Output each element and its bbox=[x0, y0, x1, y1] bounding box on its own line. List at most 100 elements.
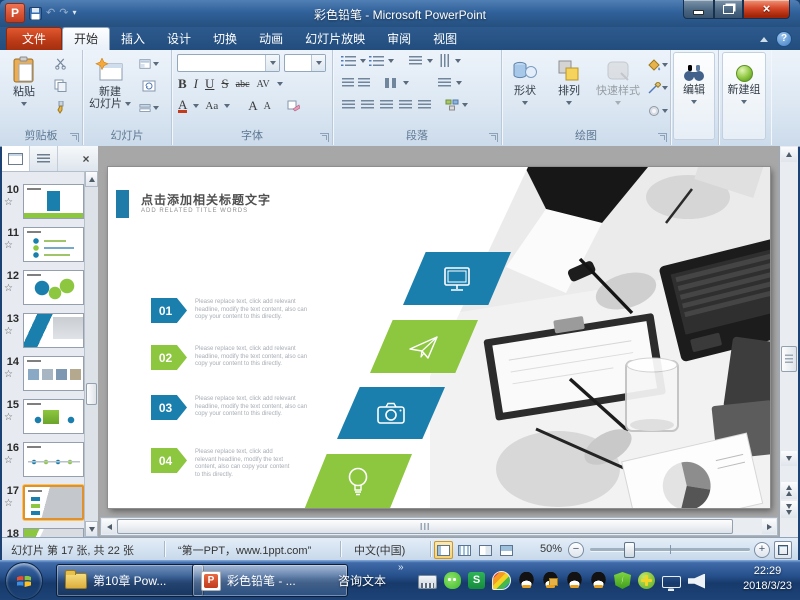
shapes-button[interactable]: 形状 bbox=[504, 52, 546, 124]
language-status[interactable]: 中文(中国) bbox=[354, 542, 405, 558]
text-direction-icon[interactable] bbox=[438, 53, 450, 69]
shape-fill-button[interactable] bbox=[648, 56, 668, 73]
slide-thumbnail-14[interactable]: 14 ☆ bbox=[2, 356, 84, 396]
change-case-button[interactable]: Aa bbox=[205, 100, 218, 112]
distribute-icon[interactable] bbox=[417, 99, 433, 111]
taskbar-button-powerpoint[interactable]: P 彩色铅笔 - ... bbox=[192, 564, 348, 597]
taskbar-clock[interactable]: 22:29 2018/3/23 bbox=[743, 564, 792, 594]
smartart-convert-icon[interactable] bbox=[445, 99, 459, 111]
zoom-slider[interactable] bbox=[590, 548, 750, 551]
undo-button[interactable]: ↶ bbox=[46, 4, 55, 22]
zoom-level[interactable]: 50% bbox=[540, 543, 562, 555]
tab-file[interactable]: 文件 bbox=[6, 27, 62, 50]
copy-button[interactable] bbox=[50, 77, 70, 94]
sogou-icon[interactable]: S bbox=[468, 572, 485, 589]
strikethrough2-button[interactable]: abc bbox=[236, 79, 250, 90]
columns-icon[interactable] bbox=[384, 77, 400, 89]
numbering-icon[interactable] bbox=[369, 55, 385, 67]
paste-button[interactable]: 粘贴 bbox=[2, 52, 46, 124]
font-color-button[interactable]: A bbox=[178, 99, 187, 113]
fit-to-window-button[interactable] bbox=[774, 541, 792, 559]
scrollbar-thumb[interactable] bbox=[117, 519, 733, 534]
clear-formatting-icon[interactable] bbox=[287, 100, 300, 112]
powerpoint-logo-icon[interactable]: P bbox=[5, 3, 25, 23]
align-right-icon[interactable] bbox=[379, 99, 395, 111]
speaker-icon[interactable] bbox=[688, 574, 705, 589]
tab-view[interactable]: 视图 bbox=[422, 28, 468, 50]
slide-17[interactable]: 点击添加相关标题文字 ADD RELATED TITLE WORDS bbox=[108, 167, 770, 508]
start-button[interactable] bbox=[5, 562, 43, 600]
ime-status[interactable]: 咨询文本 bbox=[338, 572, 386, 589]
keyboard-icon[interactable] bbox=[418, 575, 437, 589]
slide-sorter-view-button[interactable] bbox=[455, 541, 474, 559]
slide-thumbnail-16[interactable]: 16 ☆ bbox=[2, 442, 84, 482]
section-button[interactable] bbox=[139, 99, 159, 116]
new-group-button[interactable]: 新建组 bbox=[722, 52, 766, 140]
slide-subtitle[interactable]: ADD RELATED TITLE WORDS bbox=[141, 208, 248, 214]
horizontal-scrollbar[interactable] bbox=[100, 517, 778, 536]
slide-thumbnail-11[interactable]: 11 ☆ bbox=[2, 227, 84, 267]
cut-button[interactable] bbox=[50, 55, 70, 72]
clipboard-dialog-launcher[interactable] bbox=[70, 133, 79, 142]
qq-icon[interactable] bbox=[518, 572, 535, 589]
tab-slideshow[interactable]: 幻灯片放映 bbox=[294, 28, 376, 50]
scroll-left-button[interactable] bbox=[102, 519, 116, 534]
collapse-ribbon-icon[interactable] bbox=[760, 37, 768, 42]
antivirus-shield-icon[interactable] bbox=[614, 572, 631, 589]
shape-effects-button[interactable] bbox=[648, 102, 668, 119]
rainbow-icon[interactable] bbox=[492, 571, 511, 590]
slide-thumbnail-17-selected[interactable]: 17 ☆ bbox=[2, 485, 84, 525]
slide-thumbnail-12[interactable]: 12 ☆ bbox=[2, 270, 84, 310]
zoom-in-button[interactable]: + bbox=[754, 542, 770, 558]
font-name-combo[interactable] bbox=[177, 54, 280, 72]
slides-tab[interactable] bbox=[2, 146, 30, 171]
align-center-icon[interactable] bbox=[360, 99, 376, 111]
scroll-up-button[interactable] bbox=[781, 147, 797, 162]
increase-indent-icon[interactable] bbox=[357, 77, 370, 89]
tab-design[interactable]: 设计 bbox=[156, 28, 202, 50]
paragraph-dialog-launcher[interactable] bbox=[489, 133, 498, 142]
bold-button[interactable]: B bbox=[178, 76, 187, 92]
qq-icon[interactable] bbox=[590, 572, 607, 589]
close-panel-icon[interactable]: × bbox=[74, 146, 98, 171]
slide-thumbnail-13[interactable]: 13 ☆ bbox=[2, 313, 84, 353]
tab-review[interactable]: 审阅 bbox=[376, 28, 422, 50]
help-icon[interactable]: ? bbox=[776, 31, 792, 47]
tab-transitions[interactable]: 切换 bbox=[202, 28, 248, 50]
reset-slide-button[interactable] bbox=[139, 77, 159, 94]
taskbar-button-folder[interactable]: 第10章 Pow... bbox=[56, 564, 204, 597]
align-text-icon[interactable] bbox=[437, 77, 453, 89]
thumbnail-scrollbar[interactable] bbox=[84, 171, 98, 537]
scroll-down-button[interactable] bbox=[85, 521, 98, 537]
outline-tab[interactable] bbox=[30, 146, 58, 171]
restore-button[interactable] bbox=[714, 0, 743, 19]
acceleration-ball-icon[interactable] bbox=[638, 572, 655, 589]
next-slide-button[interactable] bbox=[781, 501, 797, 518]
tab-home[interactable]: 开始 bbox=[62, 27, 110, 50]
zoom-out-button[interactable]: − bbox=[568, 542, 584, 558]
minimize-button[interactable] bbox=[683, 0, 714, 19]
qat-customize-dropdown[interactable]: ▾ bbox=[72, 4, 76, 22]
normal-view-button[interactable] bbox=[434, 541, 453, 559]
zoom-slider-thumb[interactable] bbox=[624, 542, 635, 558]
underline-button[interactable]: U bbox=[205, 76, 214, 92]
reading-view-button[interactable] bbox=[476, 541, 495, 559]
parallelogram-light-bulb[interactable] bbox=[304, 454, 412, 508]
parallelogram-camera[interactable] bbox=[337, 387, 445, 439]
tab-insert[interactable]: 插入 bbox=[110, 28, 156, 50]
shrink-font-button[interactable]: A bbox=[264, 101, 271, 112]
close-button[interactable]: × bbox=[743, 0, 790, 19]
editing-button[interactable]: 编辑 bbox=[673, 52, 715, 140]
previous-slide-button[interactable] bbox=[781, 482, 797, 499]
scrollbar-thumb[interactable] bbox=[86, 383, 97, 405]
arrange-button[interactable]: 排列 bbox=[548, 52, 590, 124]
justify-icon[interactable] bbox=[398, 99, 414, 111]
tray-overflow-chevron[interactable]: » bbox=[398, 562, 404, 573]
scroll-up-button[interactable] bbox=[85, 171, 98, 187]
slideshow-view-button[interactable] bbox=[497, 541, 516, 559]
slide-thumbnail-15[interactable]: 15 ☆ bbox=[2, 399, 84, 439]
qq-icon[interactable] bbox=[566, 572, 583, 589]
redo-button[interactable]: ↷ bbox=[59, 4, 68, 22]
wechat-icon[interactable] bbox=[444, 572, 461, 589]
slide-layout-button[interactable] bbox=[139, 55, 159, 72]
